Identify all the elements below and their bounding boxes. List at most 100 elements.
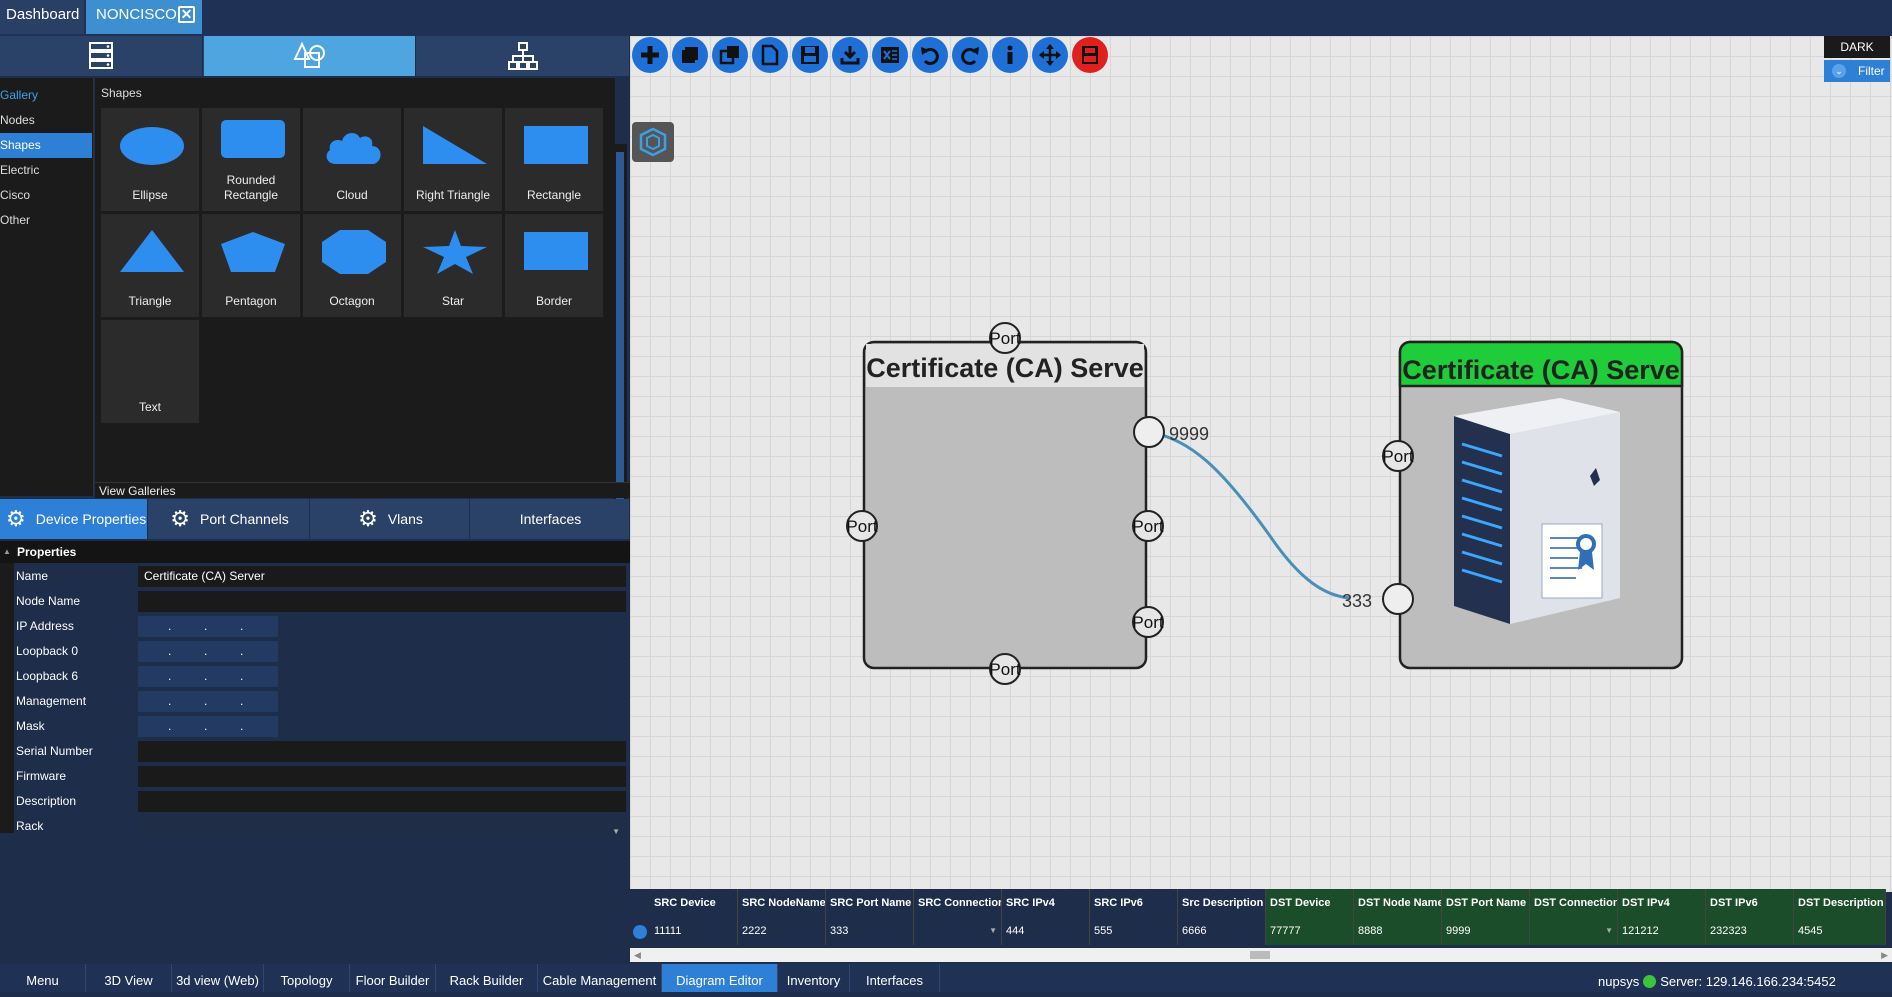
gallery-nav-shapes[interactable]: Shapes — [0, 133, 92, 158]
loopback-6-field[interactable]: ... — [138, 666, 278, 687]
port-9999[interactable] — [1133, 416, 1165, 448]
column-header[interactable]: DST Node Name — [1354, 889, 1442, 917]
port-333[interactable] — [1382, 583, 1414, 615]
tab-interfaces[interactable]: Interfaces — [472, 499, 630, 539]
node-certificate-server-1[interactable]: Certificate (CA) Serve — [862, 340, 1148, 670]
firmware-field[interactable] — [138, 766, 626, 787]
shape-label: Ellipse — [132, 188, 168, 202]
shape-tile-rectangle[interactable]: Rectangle — [505, 108, 603, 211]
gallery-nav-nodes[interactable]: Nodes — [0, 108, 92, 133]
description-field[interactable] — [138, 791, 626, 812]
gallery-nav-other[interactable]: Other — [0, 208, 92, 233]
column-header[interactable]: Src Description — [1178, 889, 1266, 917]
grid-cell[interactable]: 232323 — [1706, 917, 1794, 945]
gallery-heading[interactable]: Gallery — [0, 83, 92, 108]
connection-link[interactable] — [1149, 430, 1351, 600]
tab-topology-tree[interactable] — [417, 36, 630, 76]
grid-cell[interactable]: 6666 — [1178, 917, 1266, 945]
shape-tile-text[interactable]: Text — [101, 320, 199, 423]
tab-noncisco[interactable]: NONCISCO ✕ — [86, 0, 202, 34]
node-name-field[interactable] — [138, 591, 626, 612]
scrollbar-thumb[interactable] — [1250, 951, 1270, 959]
shape-tile-pentagon[interactable]: Pentagon — [202, 214, 300, 317]
column-header[interactable]: SRC Port Name — [826, 889, 914, 917]
properties-header[interactable]: ▲ Properties — [0, 541, 630, 563]
column-header[interactable]: DST IPv6 — [1706, 889, 1794, 917]
shape-tile-cloud[interactable]: Cloud — [303, 108, 401, 211]
tab-port-channels[interactable]: ⚙ Port Channels — [150, 499, 310, 539]
port[interactable]: Port — [1382, 440, 1414, 472]
gallery-scrollbar[interactable] — [613, 144, 627, 516]
grid-cell-select[interactable]: ▼ — [1530, 917, 1618, 945]
tab-dashboard[interactable]: Dashboard — [0, 0, 84, 34]
loopback-0-field[interactable]: ... — [138, 641, 278, 662]
grid-cell[interactable]: 77777 — [1266, 917, 1354, 945]
nav-topology[interactable]: Topology — [264, 964, 350, 992]
nav-3d-view[interactable]: 3D View — [86, 964, 172, 992]
column-header[interactable]: SRC Connection — [914, 889, 1002, 917]
shape-tile-right-triangle[interactable]: Right Triangle — [404, 108, 502, 211]
tab-shapes[interactable] — [204, 36, 416, 76]
grid-cell[interactable]: 4545 — [1794, 917, 1886, 945]
grid-cell[interactable]: 2222 — [738, 917, 826, 945]
column-header[interactable]: SRC Device — [650, 889, 738, 917]
column-header[interactable]: DST Connection — [1530, 889, 1618, 917]
shape-tile-ellipse[interactable]: Ellipse — [101, 108, 199, 211]
shape-tile-octagon[interactable]: Octagon — [303, 214, 401, 317]
view-galleries-link[interactable]: View Galleries — [95, 482, 630, 498]
name-field[interactable]: Certificate (CA) Server — [138, 566, 626, 587]
column-header[interactable]: DST Device — [1266, 889, 1354, 917]
gallery-nav: Gallery Nodes Shapes Electric Cisco Othe… — [0, 78, 94, 496]
scroll-left-icon[interactable]: ◀ — [634, 948, 641, 962]
close-icon[interactable]: ✕ — [178, 6, 195, 23]
port[interactable]: Port — [989, 322, 1021, 354]
grid-cell[interactable]: 121212 — [1618, 917, 1706, 945]
management-field[interactable]: ... — [138, 691, 278, 712]
serial-number-field[interactable] — [138, 741, 626, 762]
grid-cell[interactable]: 11111 — [650, 917, 738, 945]
port[interactable]: Port — [1132, 510, 1164, 542]
nav-rack-builder[interactable]: Rack Builder — [436, 964, 538, 992]
grid-cell[interactable]: 555 — [1090, 917, 1178, 945]
gallery-nav-cisco[interactable]: Cisco — [0, 183, 92, 208]
shape-tile-rounded-rectangle[interactable]: Rounded Rectangle — [202, 108, 300, 211]
row-selector-icon[interactable] — [633, 925, 647, 939]
tab-device-properties[interactable]: ⚙ Device Properties — [0, 499, 148, 539]
tab-servers[interactable] — [0, 36, 203, 76]
rack-select[interactable]: ▼ — [138, 816, 626, 837]
port[interactable]: Port — [846, 510, 878, 542]
nav-interfaces[interactable]: Interfaces — [850, 964, 940, 992]
shape-tile-star[interactable]: Star — [404, 214, 502, 317]
port[interactable]: Port — [989, 653, 1021, 685]
shape-tile-triangle[interactable]: Triangle — [101, 214, 199, 317]
scroll-right-icon[interactable]: ▶ — [1881, 948, 1888, 962]
nav-3d-view-web[interactable]: 3d view (Web) — [172, 964, 264, 992]
nav-menu[interactable]: Menu — [0, 964, 86, 992]
ip-address-field[interactable]: ... — [138, 616, 278, 637]
grid-cell-select[interactable]: ▼ — [914, 917, 1002, 945]
nav-inventory[interactable]: Inventory — [778, 964, 850, 992]
grid-cell[interactable]: 444 — [1002, 917, 1090, 945]
column-header[interactable]: DST IPv4 — [1618, 889, 1706, 917]
port[interactable]: Port — [1132, 606, 1164, 638]
column-header[interactable]: SRC IPv6 — [1090, 889, 1178, 917]
nav-floor-builder[interactable]: Floor Builder — [350, 964, 436, 992]
node-title: Certificate (CA) Serve — [866, 353, 1144, 383]
column-header[interactable]: SRC NodeName — [738, 889, 826, 917]
column-header[interactable]: SRC IPv4 — [1002, 889, 1090, 917]
horizontal-scrollbar[interactable]: ◀ ▶ — [630, 948, 1892, 962]
mask-field[interactable]: ... — [138, 716, 278, 737]
nav-cable-management[interactable]: Cable Management — [538, 964, 662, 992]
grid-cell[interactable]: 333 — [826, 917, 914, 945]
shape-tile-border[interactable]: Border — [505, 214, 603, 317]
collapse-icon: ▲ — [3, 547, 11, 556]
column-header[interactable]: DST Port Name — [1442, 889, 1530, 917]
scrollbar-thumb[interactable] — [616, 152, 624, 508]
gallery-nav-electric[interactable]: Electric — [0, 158, 92, 183]
nav-diagram-editor[interactable]: Diagram Editor — [662, 964, 778, 992]
node-certificate-server-2[interactable]: Certificate (CA) Serve — [1398, 340, 1684, 670]
grid-cell[interactable]: 9999 — [1442, 917, 1530, 945]
column-header[interactable]: DST Description — [1794, 889, 1886, 917]
tab-vlans[interactable]: ⚙ Vlans — [312, 499, 470, 539]
grid-cell[interactable]: 8888 — [1354, 917, 1442, 945]
